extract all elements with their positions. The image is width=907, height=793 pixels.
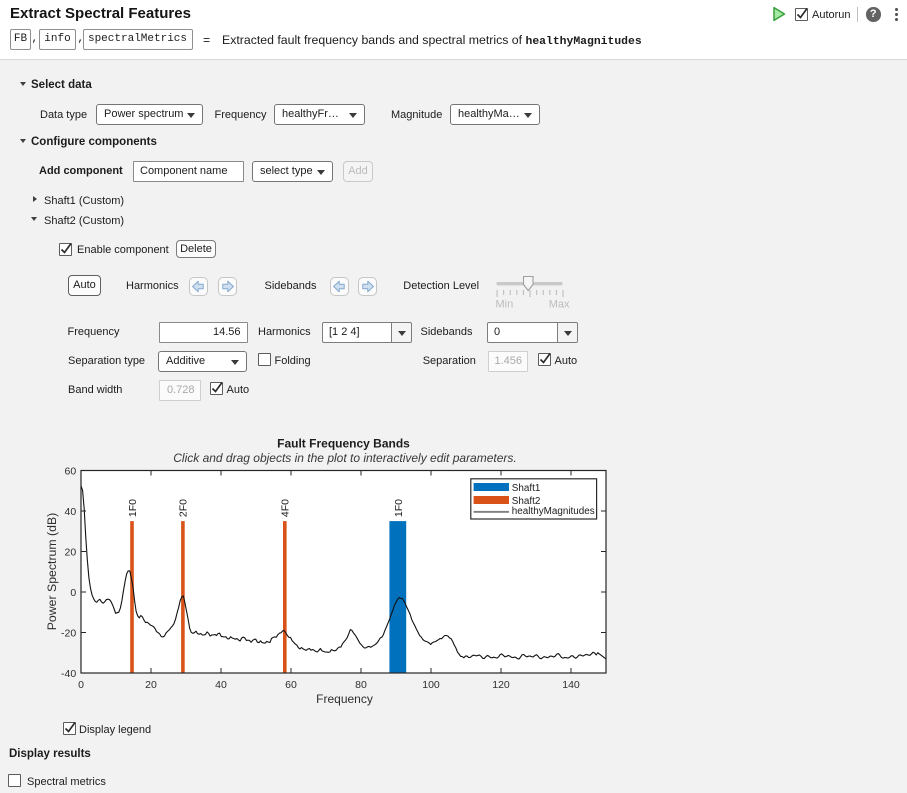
svg-text:-20: -20 [61,627,76,639]
svg-text:0: 0 [78,679,84,691]
svg-text:Fault Frequency Bands: Fault Frequency Bands [277,437,410,451]
svg-text:100: 100 [422,679,440,691]
svg-text:1F0: 1F0 [127,499,139,517]
svg-text:1F0: 1F0 [393,499,405,517]
svg-text:Shaft1: Shaft1 [512,483,541,494]
svg-text:Frequency: Frequency [316,692,373,706]
svg-text:0: 0 [70,587,76,599]
svg-text:-40: -40 [61,668,76,680]
svg-text:140: 140 [562,679,580,691]
svg-text:40: 40 [65,506,77,518]
svg-text:4F0: 4F0 [280,499,292,517]
svg-text:20: 20 [65,546,77,558]
svg-text:60: 60 [65,465,77,477]
svg-text:Click and drag objects in the: Click and drag objects in the plot to in… [173,451,517,465]
svg-text:40: 40 [215,679,227,691]
svg-text:2F0: 2F0 [178,499,190,517]
svg-text:Min: Min [496,299,514,311]
svg-text:80: 80 [355,679,367,691]
svg-text:Max: Max [549,299,570,311]
svg-text:60: 60 [285,679,297,691]
svg-text:20: 20 [145,679,157,691]
svg-text:120: 120 [492,679,510,691]
svg-text:healthyMagnitudes: healthyMagnitudes [512,506,595,517]
svg-text:Power Spectrum (dB): Power Spectrum (dB) [45,513,59,631]
